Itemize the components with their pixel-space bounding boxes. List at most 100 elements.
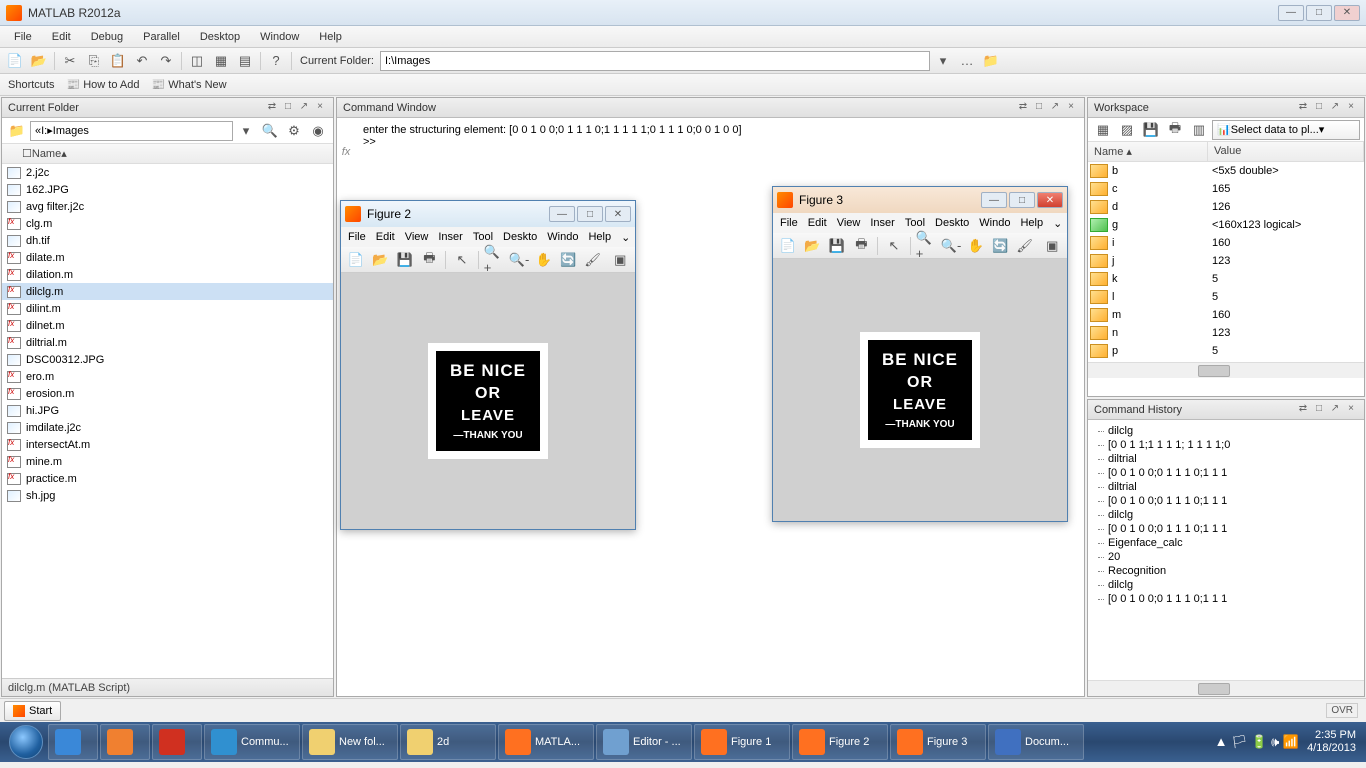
new-icon[interactable]: 📄 [777,235,799,257]
taskbar-item[interactable]: Editor - ... [596,724,692,760]
file-item[interactable]: sh.jpg [2,487,333,504]
figure-3-window[interactable]: Figure 3 — □ ✕ FileEditViewInserToolDesk… [772,186,1068,522]
new-icon[interactable]: 📄 [345,249,367,271]
workspace-variable[interactable]: c165 [1088,180,1364,198]
file-item[interactable]: diltrial.m [2,334,333,351]
open-icon[interactable]: 📂 [370,249,392,271]
file-item[interactable]: dilnet.m [2,317,333,334]
file-item[interactable]: mine.m [2,453,333,470]
file-item[interactable]: 2.j2c [2,164,333,181]
file-item[interactable]: ero.m [2,368,333,385]
simulink-icon[interactable]: ◫ [186,50,208,72]
workspace-variable[interactable]: k5 [1088,270,1364,288]
profiler-icon[interactable]: ▤ [234,50,256,72]
history-item[interactable]: [0 0 1 0 0;0 1 1 1 0;1 1 1 [1094,522,1358,536]
panel-menu-icon[interactable]: ⇄ [1296,101,1310,115]
file-item[interactable]: 162.JPG [2,181,333,198]
panel-menu-icon[interactable]: ⇄ [265,101,279,115]
workspace-list[interactable]: b<5x5 double>c165d126g<160x123 logical>i… [1088,162,1364,362]
close-button[interactable]: ✕ [1037,192,1063,208]
new-var-icon[interactable]: ▦ [1092,119,1114,141]
history-item[interactable]: [0 0 1 1;1 1 1 1; 1 1 1 1;0 [1094,438,1358,452]
panel-close-icon[interactable]: × [1344,403,1358,417]
minimize-button[interactable]: — [1278,5,1304,21]
panel-max-icon[interactable]: ↗ [1048,101,1062,115]
taskbar-item[interactable]: 2d [400,724,496,760]
taskbar-item[interactable] [152,724,202,760]
history-item[interactable]: [0 0 1 0 0;0 1 1 1 0;1 1 1 [1094,494,1358,508]
taskbar-item[interactable]: Figure 3 [890,724,986,760]
close-button[interactable]: ✕ [605,206,631,222]
zoom-out-icon[interactable]: 🔍- [940,235,962,257]
start-button[interactable]: Start [4,701,61,721]
minimize-button[interactable]: — [549,206,575,222]
guide-icon[interactable]: ▦ [210,50,232,72]
file-item[interactable]: intersectAt.m [2,436,333,453]
panel-max-icon[interactable]: ↗ [1328,403,1342,417]
path-dropdown-icon[interactable]: ▾ [235,120,257,142]
save-icon[interactable]: 💾 [394,249,416,271]
rotate-icon[interactable]: 🔄 [989,235,1011,257]
taskbar-item[interactable]: Commu... [204,724,300,760]
history-item[interactable]: dilclg [1094,578,1358,592]
workspace-variable[interactable]: m160 [1088,306,1364,324]
panel-undock-icon[interactable]: □ [281,101,295,115]
menu-desktop[interactable]: Desktop [190,28,250,46]
name-column[interactable]: Name [32,148,61,160]
file-item[interactable]: practice.m [2,470,333,487]
panel-close-icon[interactable]: × [313,101,327,115]
gear-icon[interactable]: ⚙ [283,120,305,142]
redo-icon[interactable]: ↷ [155,50,177,72]
file-item[interactable]: DSC00312.JPG [2,351,333,368]
shortcuts-whatsnew[interactable]: 📰 What's New [152,78,227,91]
taskbar-item[interactable] [48,724,98,760]
workspace-variable[interactable]: i160 [1088,234,1364,252]
workspace-variable[interactable]: b<5x5 double> [1088,162,1364,180]
file-item[interactable]: dilint.m [2,300,333,317]
menu-help[interactable]: Help [309,28,352,46]
print-icon[interactable]: 🖶 [419,249,441,271]
plot-selector[interactable]: 📊 Select data to pl... ▾ [1212,120,1360,140]
cut-icon[interactable]: ✂ [59,50,81,72]
tray-icons[interactable]: ▲ 🏳 🔋 🕪 📶 [1215,734,1299,750]
panel-undock-icon[interactable]: □ [1032,101,1046,115]
file-item[interactable]: dh.tif [2,232,333,249]
print-icon[interactable]: 🖶 [1164,119,1186,141]
zoom-in-icon[interactable]: 🔍+ [484,249,506,271]
history-item[interactable]: diltrial [1094,480,1358,494]
taskbar-item[interactable]: New fol... [302,724,398,760]
file-list[interactable]: 2.j2c162.JPGavg filter.j2cclg.mdh.tifdil… [2,164,333,678]
ws-value-col[interactable]: Value [1208,142,1364,161]
history-item[interactable]: dilclg [1094,424,1358,438]
print-icon[interactable]: 🖶 [851,235,873,257]
zoom-in-icon[interactable]: 🔍+ [916,235,938,257]
pan-icon[interactable]: ✋ [965,235,987,257]
workspace-variable[interactable]: l5 [1088,288,1364,306]
dock-icon[interactable]: ▣ [1041,235,1063,257]
dropdown-icon[interactable]: ▾ [932,50,954,72]
close-button[interactable]: ✕ [1334,5,1360,21]
history-item[interactable]: [0 0 1 0 0;0 1 1 1 0;1 1 1 [1094,466,1358,480]
panel-close-icon[interactable]: × [1064,101,1078,115]
maximize-button[interactable]: □ [1306,5,1332,21]
panel-menu-icon[interactable]: ⇄ [1016,101,1030,115]
ws-name-col[interactable]: Name ▴ [1088,142,1208,161]
actions-icon[interactable]: ◉ [307,120,329,142]
maximize-button[interactable]: □ [1009,192,1035,208]
undo-icon[interactable]: ↶ [131,50,153,72]
file-item[interactable]: clg.m [2,215,333,232]
browse-icon[interactable]: … [956,50,978,72]
scrollbar-h[interactable] [1088,362,1364,378]
panel-undock-icon[interactable]: □ [1312,101,1326,115]
history-item[interactable]: [0 0 1 0 0;0 1 1 1 0;1 1 1 [1094,592,1358,606]
clear-icon[interactable]: ▥ [1188,119,1210,141]
workspace-variable[interactable]: j123 [1088,252,1364,270]
pan-icon[interactable]: ✋ [533,249,555,271]
workspace-variable[interactable]: n123 [1088,324,1364,342]
taskbar-item[interactable] [100,724,150,760]
file-item[interactable]: hi.JPG [2,402,333,419]
open-icon[interactable]: 📂 [802,235,824,257]
taskbar-item[interactable]: Docum... [988,724,1084,760]
history-list[interactable]: dilclg[0 0 1 1;1 1 1 1; 1 1 1 1;0diltria… [1088,420,1364,680]
save-ws-icon[interactable]: 💾 [1140,119,1162,141]
